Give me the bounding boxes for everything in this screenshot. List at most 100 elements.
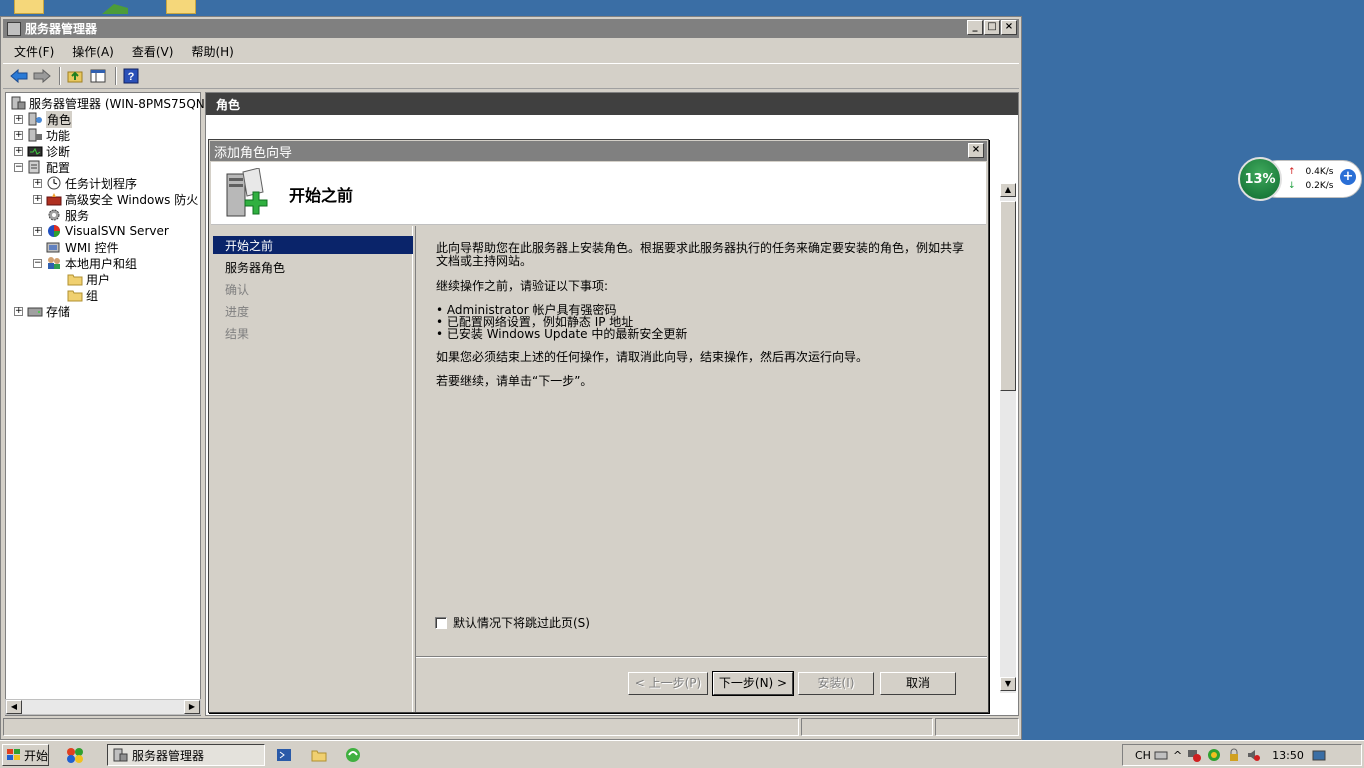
diagnostics-icon xyxy=(27,146,43,157)
wizard-nav: 开始之前 服务器角色 确认 进度 结果 xyxy=(211,226,413,712)
desktop-folder-icon[interactable] xyxy=(166,0,196,14)
volume-muted-icon[interactable] xyxy=(1247,748,1261,762)
cpu-usage-gauge[interactable]: 13% xyxy=(1238,157,1282,201)
content-vertical-scrollbar[interactable]: ▲ ▼ xyxy=(1000,183,1016,693)
download-speed: ↓ 0.2K/s xyxy=(1288,181,1333,191)
back-arrow-icon[interactable] xyxy=(9,66,29,86)
tree-node-features[interactable]: + 功能 xyxy=(14,127,70,143)
install-button: 安装(I) xyxy=(798,672,874,695)
tray-expand-icon[interactable]: ^ xyxy=(1173,749,1182,762)
widget-plus-icon[interactable]: + xyxy=(1340,169,1356,185)
storage-icon xyxy=(27,307,43,317)
tree-horizontal-scrollbar[interactable]: ◀ ▶ xyxy=(5,699,201,715)
lock-icon[interactable] xyxy=(1227,748,1241,762)
skip-page-label: 默认情况下将跳过此页(S) xyxy=(453,616,590,630)
toolbar-separator xyxy=(115,67,117,85)
expand-icon[interactable]: + xyxy=(33,194,42,204)
network-monitor-widget[interactable]: 13% ↑ 0.4K/s ↓ 0.2K/s + xyxy=(1238,157,1362,201)
tree-node-firewall[interactable]: + 高级安全 Windows 防火 xyxy=(33,191,198,207)
maximize-button[interactable]: □ xyxy=(984,20,1000,35)
collapse-icon[interactable]: − xyxy=(14,162,23,172)
tree-node-local-users[interactable]: − 本地用户和组 xyxy=(33,255,137,271)
expand-icon[interactable]: + xyxy=(33,178,42,188)
tree-node-services[interactable]: 服务 xyxy=(46,207,89,223)
minimize-button[interactable]: _ xyxy=(967,20,983,35)
menu-file[interactable]: 文件(F) xyxy=(5,41,63,61)
scroll-up-icon[interactable]: ▲ xyxy=(1000,183,1016,197)
taskbar-item-server-manager[interactable]: 服务器管理器 xyxy=(107,744,265,766)
windows-logo-icon xyxy=(7,749,20,760)
window-title: 服务器管理器 xyxy=(25,22,98,36)
show-hide-tree-icon[interactable] xyxy=(88,66,108,86)
taskbar-item-label: 服务器管理器 xyxy=(132,748,205,763)
expand-icon[interactable]: + xyxy=(14,130,23,140)
wizard-nav-before-you-begin[interactable]: 开始之前 xyxy=(213,236,413,254)
explorer-folder-icon[interactable] xyxy=(311,747,327,766)
tree-label-local-users: 本地用户和组 xyxy=(65,256,138,271)
close-button[interactable]: × xyxy=(1001,20,1017,35)
tree-node-wmi[interactable]: WMI 控件 xyxy=(46,239,119,255)
tree-label-roles: 角色 xyxy=(46,110,73,128)
cancel-button[interactable]: 取消 xyxy=(880,672,956,695)
tree-node-visualsvn[interactable]: + VisualSVN Server xyxy=(33,223,169,239)
tree-node-users[interactable]: 用户 xyxy=(67,271,110,287)
keyboard-icon[interactable] xyxy=(1154,748,1168,762)
tree-node-storage[interactable]: + 存储 xyxy=(14,303,70,319)
server-icon xyxy=(11,96,26,110)
help-icon[interactable]: ? xyxy=(121,66,141,86)
start-button[interactable]: 开始 xyxy=(2,744,49,766)
tree-label-users: 用户 xyxy=(86,272,111,287)
wizard-nav-progress: 进度 xyxy=(225,305,250,319)
main-titlebar[interactable]: 服务器管理器 _ □ × xyxy=(3,19,1019,38)
desktop-shortcut-icon[interactable] xyxy=(100,0,130,14)
show-desktop-icon[interactable] xyxy=(66,747,84,766)
tree-node-roles[interactable]: + 角色 xyxy=(14,110,73,128)
menu-action[interactable]: 操作(A) xyxy=(63,41,123,61)
ime-indicator[interactable]: CH xyxy=(1135,749,1151,762)
wizard-titlebar[interactable]: 添加角色向导 × xyxy=(210,141,987,161)
up-folder-icon[interactable] xyxy=(65,66,85,86)
tree-root[interactable]: 服务器管理器 (WIN-8PMS75QNQ2 xyxy=(10,95,222,111)
wizard-close-button[interactable]: × xyxy=(968,143,984,158)
tree-node-groups[interactable]: 组 xyxy=(67,287,98,303)
tree-label-visualsvn: VisualSVN Server xyxy=(65,224,169,238)
powershell-icon[interactable] xyxy=(276,747,292,766)
tree-node-task-scheduler[interactable]: + 任务计划程序 xyxy=(33,175,137,191)
upload-arrow-icon: ↑ xyxy=(1288,167,1296,177)
scroll-left-icon[interactable]: ◀ xyxy=(6,700,22,714)
browser-icon[interactable] xyxy=(345,747,361,766)
desktop-folder-icon[interactable] xyxy=(14,0,44,14)
expand-icon[interactable]: + xyxy=(33,226,42,236)
tree-label-features: 功能 xyxy=(46,128,71,143)
expand-icon[interactable]: + xyxy=(14,114,23,124)
expand-icon[interactable]: + xyxy=(14,306,23,316)
forward-arrow-icon[interactable] xyxy=(32,66,52,86)
next-button[interactable]: 下一步(N) > xyxy=(712,671,794,696)
tree-label-services: 服务 xyxy=(65,208,90,223)
collapse-icon[interactable]: − xyxy=(33,258,42,268)
tree-label-task-scheduler: 任务计划程序 xyxy=(65,176,138,191)
menu-help[interactable]: 帮助(H) xyxy=(182,41,242,61)
menu-view[interactable]: 查看(V) xyxy=(123,41,183,61)
wizard-nav-server-roles[interactable]: 服务器角色 xyxy=(213,258,413,276)
show-desktop-tray-icon[interactable] xyxy=(1312,748,1326,762)
tree-node-configuration[interactable]: − 配置 xyxy=(14,159,70,175)
skip-page-checkbox[interactable] xyxy=(435,616,447,629)
system-tray: CH ^ 13:50 xyxy=(1122,744,1362,766)
clock[interactable]: 13:50 xyxy=(1272,749,1304,762)
network-error-icon[interactable] xyxy=(1187,748,1202,762)
security-icon[interactable] xyxy=(1207,748,1221,762)
scroll-down-icon[interactable]: ▼ xyxy=(1000,677,1016,691)
scroll-right-icon[interactable]: ▶ xyxy=(184,700,200,714)
navigation-tree[interactable]: 服务器管理器 (WIN-8PMS75QNQ2 + 角色 + 功能 + 诊断 − … xyxy=(5,92,222,716)
expand-icon[interactable]: + xyxy=(14,146,23,156)
tree-node-diagnostics[interactable]: + 诊断 xyxy=(14,143,70,159)
roles-icon xyxy=(28,112,42,126)
tree-root-label: 服务器管理器 (WIN-8PMS75QNQ2 xyxy=(29,96,222,111)
skip-page-checkbox-row[interactable]: 默认情况下将跳过此页(S) xyxy=(435,614,590,631)
wizard-header: 开始之前 xyxy=(211,162,986,225)
toolbar: ? xyxy=(3,63,1019,89)
scroll-thumb[interactable] xyxy=(1000,201,1016,391)
gear-icon xyxy=(48,209,60,221)
start-label: 开始 xyxy=(24,748,49,763)
